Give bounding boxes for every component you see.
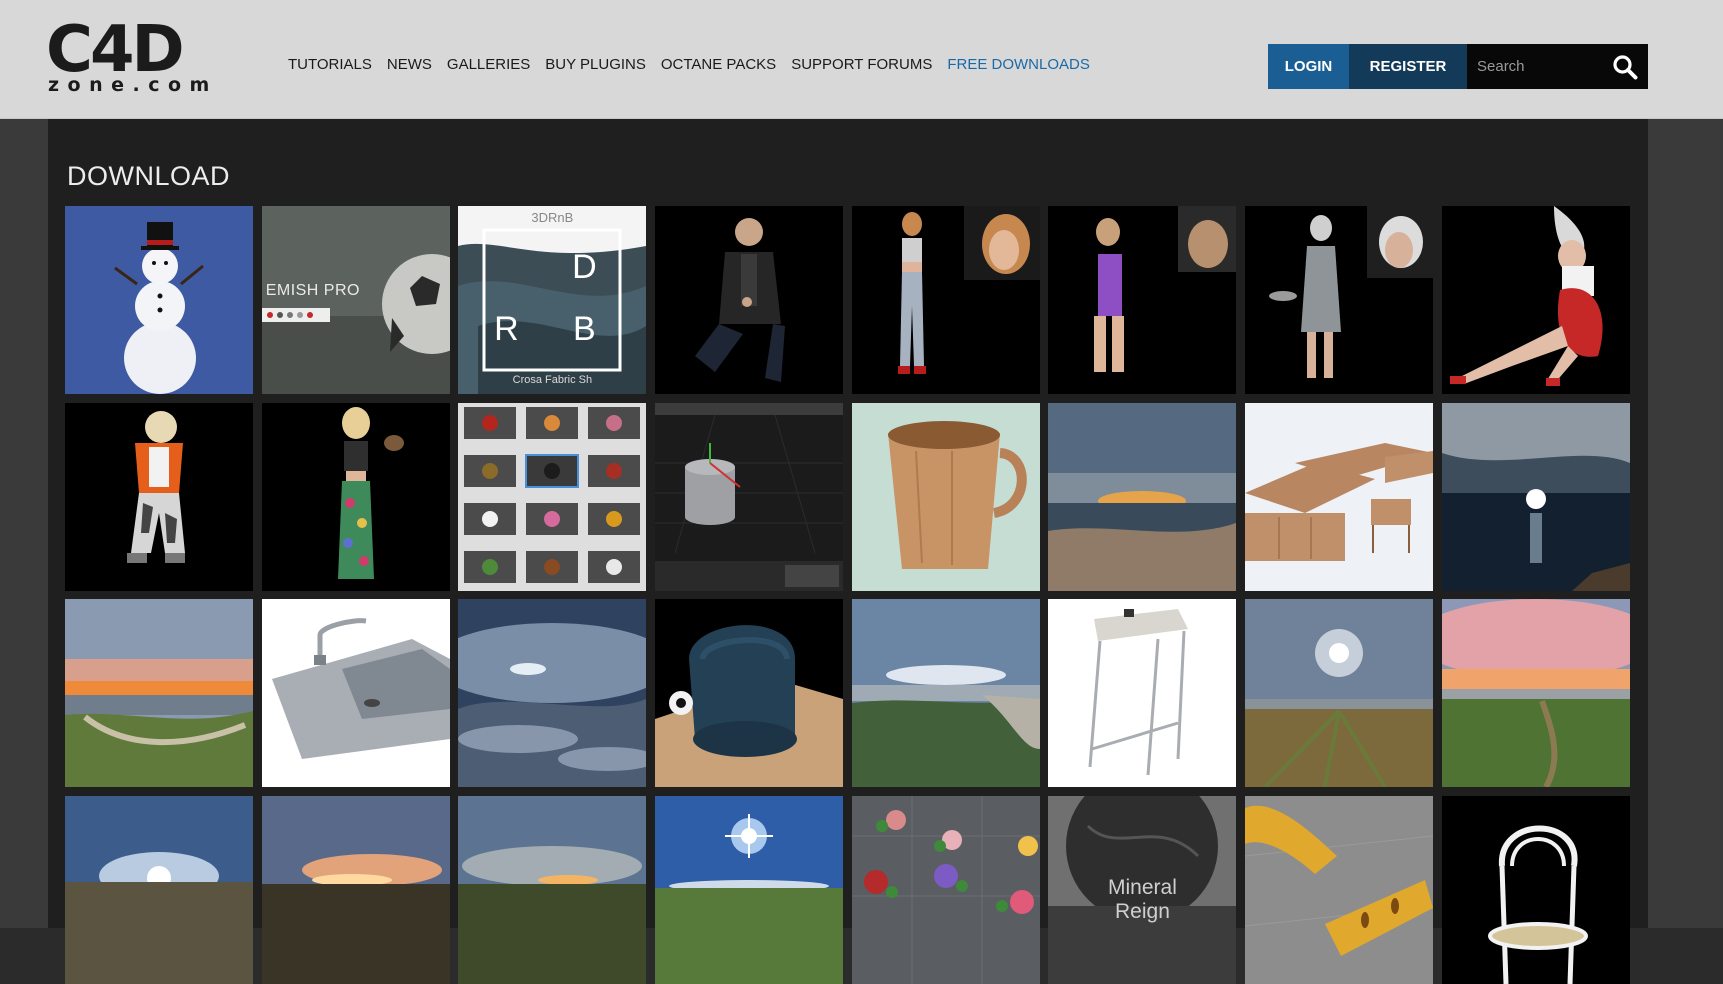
woman-orange-jacket-thumbnail[interactable] (65, 402, 253, 591)
above-clouds-hdri-thumbnail[interactable] (458, 599, 647, 788)
girl-purple-thumbnail[interactable] (1048, 206, 1237, 394)
sun-over-sea-hdri-thumbnail[interactable] (1441, 402, 1630, 591)
evening-field-hdri-thumbnail[interactable] (458, 796, 647, 984)
sea-coast-hdri-thumbnail[interactable] (851, 599, 1040, 788)
search-box (1467, 44, 1648, 89)
old-woman-thumbnail[interactable] (1245, 206, 1434, 394)
page-gutter-left (0, 119, 48, 928)
nav-octane-packs[interactable]: OCTANE PACKS (661, 54, 776, 76)
nav-news[interactable]: NEWS (387, 54, 432, 76)
flowers-thumbnail[interactable] (851, 796, 1040, 984)
nav-support-forums[interactable]: SUPPORT FORUMS (791, 54, 932, 76)
soccer-ball-thumbnail[interactable]: EMISH PRO (261, 206, 450, 394)
c4d-viewport-cylinder-thumbnail[interactable] (655, 402, 844, 591)
snowman-thumbnail[interactable] (65, 206, 253, 394)
download-grid: EMISH PRO 3DRnB D R B Crosa Fabric Sh Mi… (65, 206, 1630, 984)
search-icon[interactable] (1612, 54, 1638, 80)
bentwood-chair-thumbnail[interactable] (1441, 796, 1630, 984)
main-nav: TUTORIALS NEWS GALLERIES BUY PLUGINS OCT… (288, 54, 1105, 76)
pink-sunset-meadow-hdri-thumbnail[interactable] (1441, 599, 1630, 788)
nav-free-downloads[interactable]: FREE DOWNLOADS (947, 54, 1090, 76)
woman-jeans-thumbnail[interactable] (851, 206, 1040, 394)
page-title: DOWNLOAD (67, 161, 231, 191)
asset-collection-thumbnail[interactable] (458, 402, 647, 591)
wooden-mug-thumbnail[interactable] (851, 402, 1040, 591)
sitting-man-thumbnail[interactable] (655, 206, 844, 394)
mineral-sphere-thumbnail[interactable]: Mineral Reign (1048, 796, 1237, 984)
nav-tutorials[interactable]: TUTORIALS (288, 54, 372, 76)
site-logo[interactable]: C4D zone.com (46, 13, 231, 96)
yellow-shapes-thumbnail[interactable] (1245, 796, 1434, 984)
sunrise-field-hdri-thumbnail[interactable] (65, 796, 253, 984)
nav-galleries[interactable]: GALLERIES (447, 54, 530, 76)
wooden-furniture-thumbnail[interactable] (1245, 402, 1434, 591)
blue-armchair-thumbnail[interactable] (655, 599, 844, 788)
sunset-beach-hdri-thumbnail[interactable] (1048, 402, 1237, 591)
site-header: C4D zone.com TUTORIALS NEWS GALLERIES BU… (0, 0, 1723, 119)
search-input[interactable] (1467, 44, 1597, 89)
dusk-field-hdri-thumbnail[interactable] (261, 796, 450, 984)
woman-floral-dress-thumbnail[interactable] (261, 402, 450, 591)
download-panel: DOWNLOAD EMISH PRO 3DRnB D R B Crosa Fab… (48, 119, 1648, 984)
page-gutter-right (1648, 119, 1723, 928)
fabric-thumbnail[interactable]: 3DRnB D R B Crosa Fabric Sh (458, 206, 647, 394)
login-button[interactable]: LOGIN (1268, 44, 1349, 89)
sunset-shore-hdri-thumbnail[interactable] (65, 599, 253, 788)
register-button[interactable]: REGISTER (1349, 44, 1467, 89)
sunny-field-hdri-thumbnail[interactable] (1245, 599, 1434, 788)
woman-red-skirt-thumbnail[interactable] (1441, 206, 1630, 394)
kitchen-sink-thumbnail[interactable] (261, 599, 450, 788)
bar-stool-thumbnail[interactable] (1048, 599, 1237, 788)
logo-mark: C4D (46, 13, 185, 87)
logo-subtitle: zone.com (48, 74, 218, 96)
bright-sun-field-hdri-thumbnail[interactable] (655, 796, 844, 984)
nav-buy-plugins[interactable]: BUY PLUGINS (545, 54, 646, 76)
